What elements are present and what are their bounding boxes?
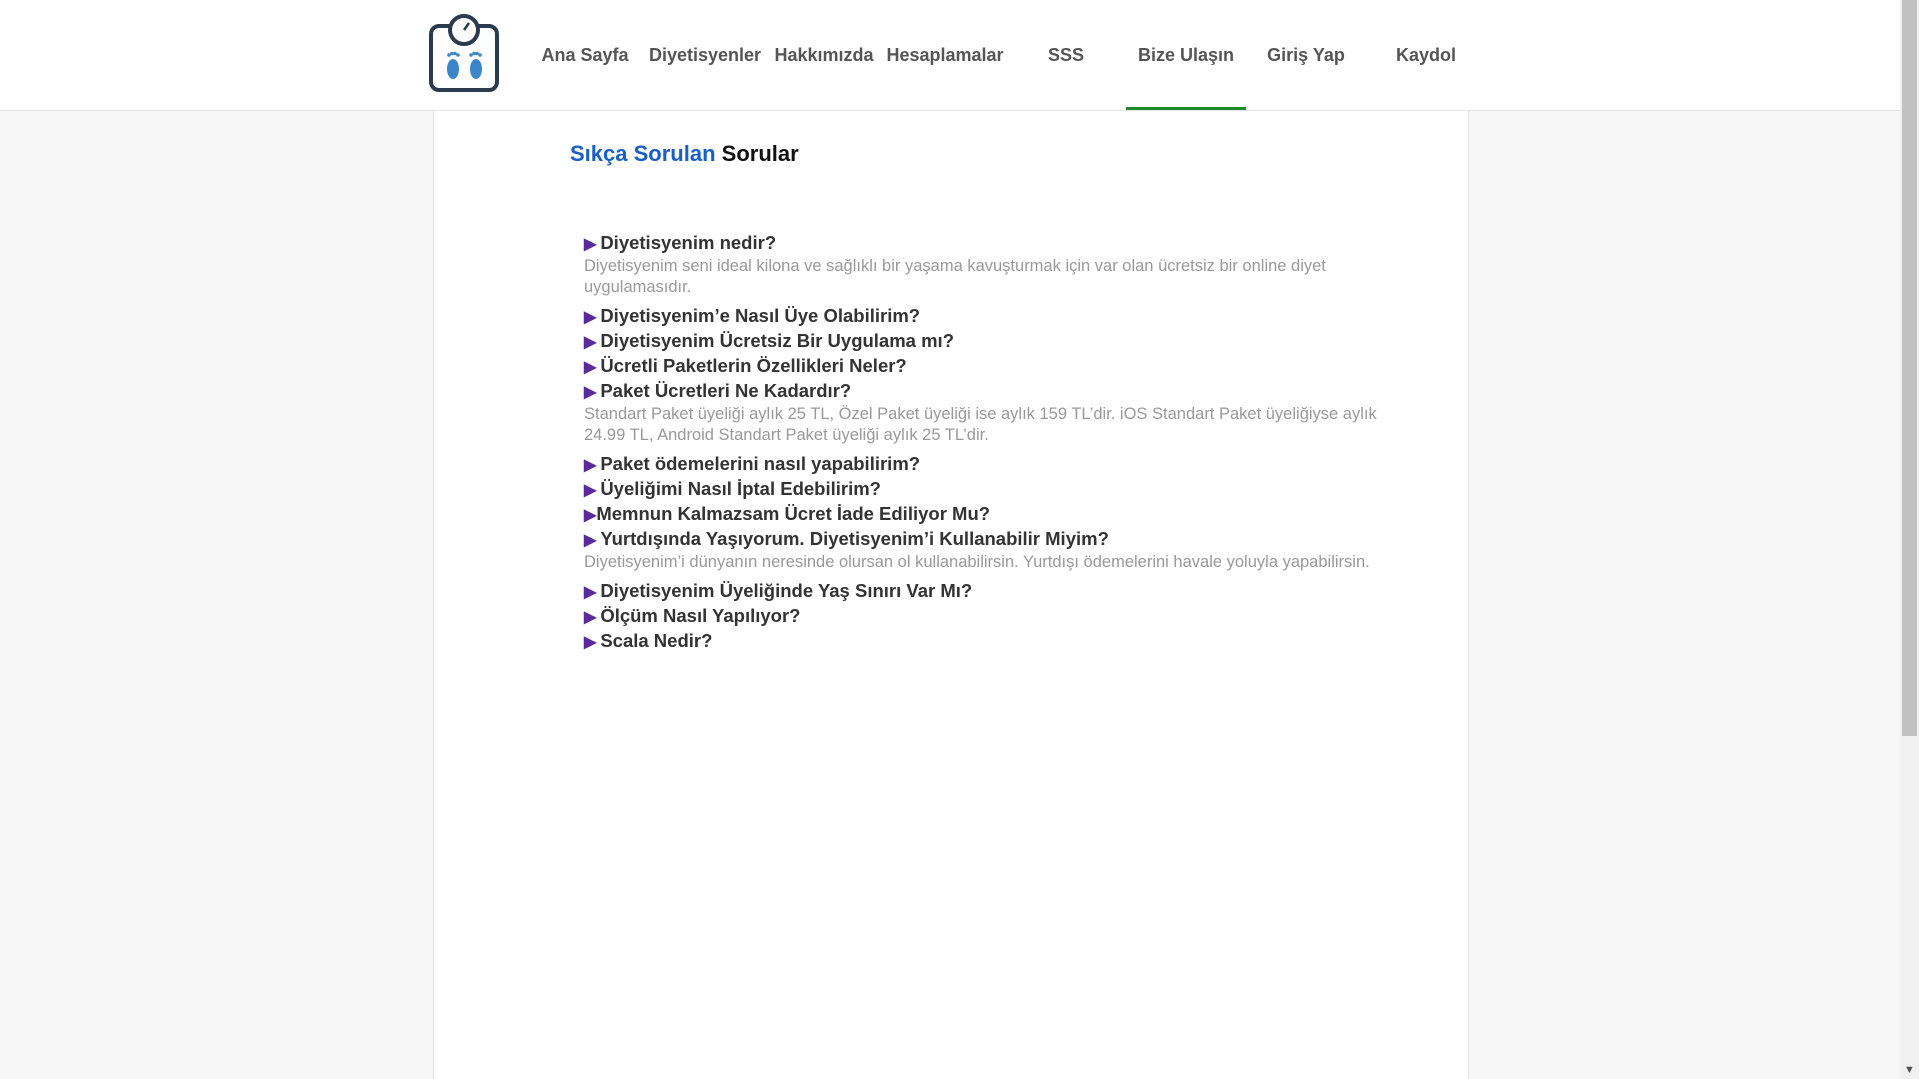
expand-arrow-icon: ▶	[584, 532, 597, 549]
expand-arrow-icon: ▶	[584, 634, 597, 651]
content-panel: Sıkça Sorulan Sorular ▶ Diyetisyenim nedi…	[433, 111, 1469, 1079]
logo[interactable]	[428, 14, 502, 94]
nav-item-ana-sayfa[interactable]: Ana Sayfa	[533, 0, 637, 110]
expand-arrow-icon: ▶	[584, 609, 597, 626]
page-title-rest: Sorular	[721, 141, 799, 166]
nav-item-hakkimizda[interactable]: Hakkımızda	[772, 0, 876, 110]
faq-question-text: Scala Nedir?	[600, 630, 713, 651]
faq-question[interactable]: ▶ Diyetisyenim Ücretsiz Bir Uygulama mı?	[584, 329, 1384, 354]
faq-answer: Diyetisyenim seni ideal kilona ve sağlık…	[584, 257, 1326, 296]
faq-question[interactable]: ▶ Ücretli Paketlerin Özellikleri Neler?	[584, 354, 1384, 379]
faq-answer: Diyetisyenim’i dünyanın neresinde olursa…	[584, 553, 1370, 571]
faq-item: ▶ Ücretli Paketlerin Özellikleri Neler?	[584, 354, 1384, 379]
faq-item: ▶ Diyetisyenim’e Nasıl Üye Olabilirim?	[584, 304, 1384, 329]
scrollbar-thumb[interactable]	[1902, 0, 1917, 736]
nav-item-sss[interactable]: SSS	[1014, 0, 1118, 110]
faq-question[interactable]: ▶ Ölçüm Nasıl Yapılıyor?	[584, 604, 1384, 629]
page-title-highlight: Sıkça Sorulan	[570, 141, 716, 166]
faq-question[interactable]: ▶ Diyetisyenim’e Nasıl Üye Olabilirim?	[584, 304, 1384, 329]
expand-arrow-icon: ▶	[584, 457, 597, 474]
faq-item: ▶ Diyetisyenim nedir? Diyetisyenim seni i…	[584, 231, 1384, 298]
faq-question[interactable]: ▶Memnun Kalmazsam Ücret İade Ediliyor Mu…	[584, 502, 1384, 527]
faq-question-text: Paket Ücretleri Ne Kadardır?	[600, 380, 852, 401]
faq-list: ▶ Diyetisyenim nedir? Diyetisyenim seni i…	[584, 231, 1384, 654]
nav-item-bize-ulasin[interactable]: Bize Ulaşın	[1126, 0, 1246, 110]
faq-question-text: Yurtdışında Yaşıyorum. Diyetisyenim’i Ku…	[600, 528, 1109, 549]
expand-arrow-icon: ▶	[584, 359, 597, 376]
expand-arrow-icon: ▶	[584, 384, 597, 401]
expand-arrow-icon: ▶	[584, 309, 597, 326]
faq-question[interactable]: ▶ Diyetisyenim nedir?	[584, 231, 1384, 256]
expand-arrow-icon: ▶	[584, 334, 597, 351]
faq-answer: Standart Paket üyeliği aylık 25 TL, Özel…	[584, 405, 1377, 444]
scroll-down-icon[interactable]: ▼	[1900, 1062, 1919, 1079]
faq-item: ▶ Diyetisyenim Ücretsiz Bir Uygulama mı?	[584, 329, 1384, 354]
faq-item: ▶ Ölçüm Nasıl Yapılıyor?	[584, 604, 1384, 629]
expand-arrow-icon: ▶	[584, 507, 597, 524]
nav-item-kaydol[interactable]: Kaydol	[1374, 0, 1478, 110]
faq-item: ▶ Scala Nedir?	[584, 629, 1384, 654]
faq-question-text: Ölçüm Nasıl Yapılıyor?	[600, 605, 801, 626]
faq-question-text: Paket ödemelerini nasıl yapabilirim?	[600, 453, 921, 474]
nav-item-giris-yap[interactable]: Giriş Yap	[1254, 0, 1358, 110]
expand-arrow-icon: ▶	[584, 236, 597, 253]
faq-question[interactable]: ▶ Paket ödemelerini nasıl yapabilirim?	[584, 452, 1384, 477]
faq-question-text: Memnun Kalmazsam Ücret İade Ediliyor Mu?	[596, 503, 991, 524]
nav-item-hesaplamalar[interactable]: Hesaplamalar	[884, 0, 1006, 110]
faq-item: ▶ Yurtdışında Yaşıyorum. Diyetisyenim’i K…	[584, 527, 1384, 573]
faq-item: ▶ Üyeliğimi Nasıl İptal Edebilirim?	[584, 477, 1384, 502]
faq-question[interactable]: ▶ Diyetisyenim Üyeliğinde Yaş Sınırı Var …	[584, 579, 1384, 604]
scale-with-feet-icon	[429, 14, 499, 92]
faq-question-text: Diyetisyenim nedir?	[600, 232, 777, 253]
page-title: Sıkça Sorulan Sorular	[570, 141, 799, 167]
faq-question-text: Üyeliğimi Nasıl İptal Edebilirim?	[600, 478, 881, 499]
faq-question[interactable]: ▶ Scala Nedir?	[584, 629, 1384, 654]
expand-arrow-icon: ▶	[584, 584, 597, 601]
expand-arrow-icon: ▶	[584, 482, 597, 499]
nav-item-diyetisyenler[interactable]: Diyetisyenler	[645, 0, 765, 110]
faq-item: ▶Memnun Kalmazsam Ücret İade Ediliyor Mu…	[584, 502, 1384, 527]
faq-question-text: Diyetisyenim Ücretsiz Bir Uygulama mı?	[600, 330, 954, 351]
faq-question[interactable]: ▶ Üyeliğimi Nasıl İptal Edebilirim?	[584, 477, 1384, 502]
vertical-scrollbar[interactable]: ▼	[1900, 0, 1919, 1079]
faq-item: ▶ Paket Ücretleri Ne Kadardır? Standart P…	[584, 379, 1384, 446]
faq-question[interactable]: ▶ Yurtdışında Yaşıyorum. Diyetisyenim’i K…	[584, 527, 1384, 552]
faq-question-text: Diyetisyenim’e Nasıl Üye Olabilirim?	[600, 305, 921, 326]
faq-item: ▶ Paket ödemelerini nasıl yapabilirim?	[584, 452, 1384, 477]
faq-question-text: Diyetisyenim Üyeliğinde Yaş Sınırı Var M…	[600, 580, 973, 601]
page: Ana Sayfa Diyetisyenler Hakkımızda Hesap…	[0, 0, 1919, 1079]
faq-question[interactable]: ▶ Paket Ücretleri Ne Kadardır?	[584, 379, 1384, 404]
site-header: Ana Sayfa Diyetisyenler Hakkımızda Hesap…	[0, 0, 1900, 111]
faq-question-text: Ücretli Paketlerin Özellikleri Neler?	[600, 355, 907, 376]
faq-item: ▶ Diyetisyenim Üyeliğinde Yaş Sınırı Var …	[584, 579, 1384, 604]
